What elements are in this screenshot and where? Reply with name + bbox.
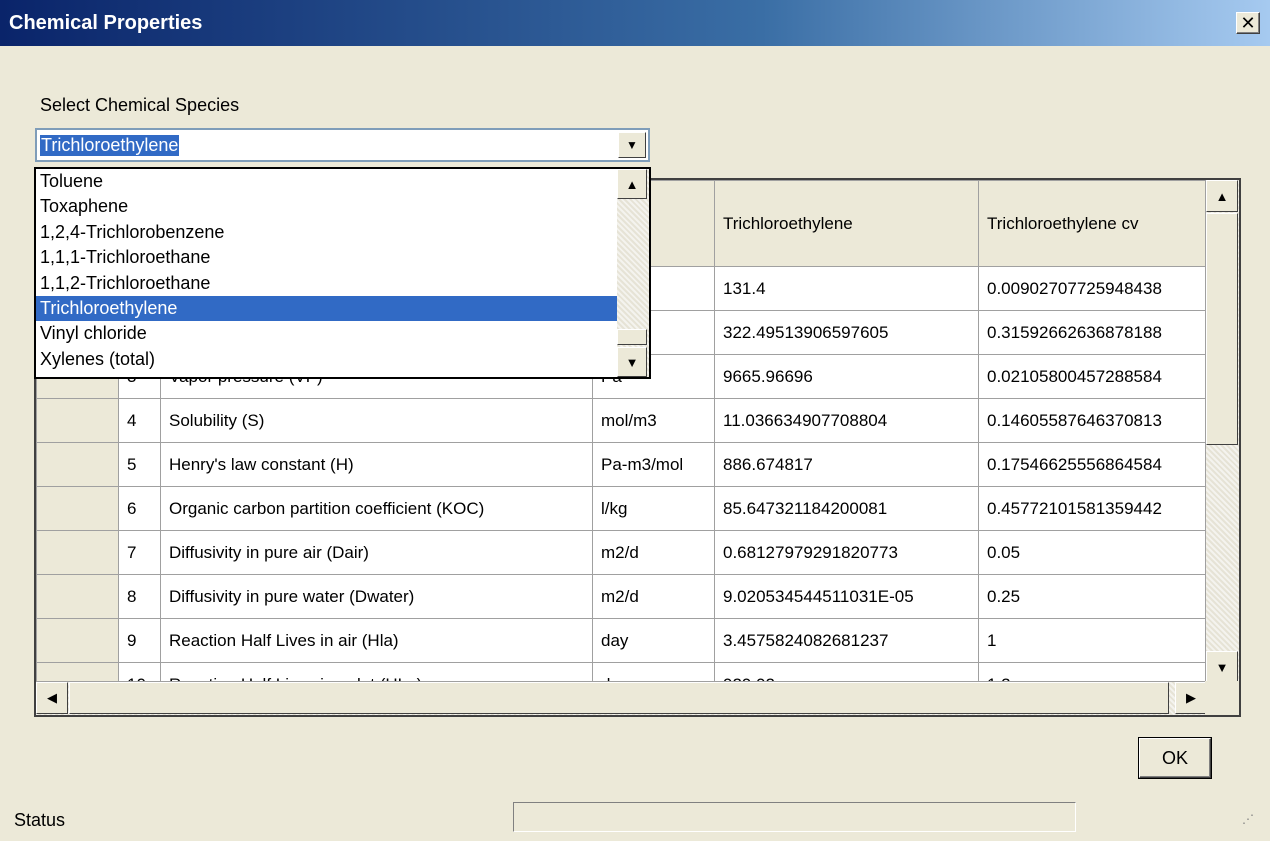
horizontal-scroll-thumb[interactable] (69, 682, 1169, 714)
cv-cell[interactable]: 0.05 (978, 530, 1209, 575)
row-header[interactable] (36, 574, 119, 619)
species-selected-value: Trichloroethylene (40, 135, 180, 156)
property-cell[interactable]: Henry's law constant (H) (160, 442, 593, 487)
row-header[interactable] (36, 618, 119, 663)
scroll-up-button[interactable]: ▲ (1206, 180, 1238, 212)
value-cell[interactable]: 0.68127979291820773 (714, 530, 979, 575)
header-value[interactable]: Trichloroethylene (714, 180, 979, 267)
table-row: 6 Organic carbon partition coefficient (K… (36, 486, 1209, 531)
unit-cell[interactable]: m2/d (592, 530, 715, 575)
close-button[interactable]: ✕ (1236, 12, 1260, 34)
resize-grip-icon[interactable]: ⋰ (1242, 813, 1260, 833)
value-cell[interactable]: 322.49513906597605 (714, 310, 979, 355)
row-header[interactable] (36, 486, 119, 531)
dropdown-option[interactable]: Vinyl chloride (36, 321, 617, 346)
row-header[interactable] (36, 442, 119, 487)
species-dropdown-list[interactable]: Toluene Toxaphene 1,2,4-Trichlorobenzene 1,… (34, 167, 651, 379)
arrow-up-icon: ▲ (1215, 188, 1229, 204)
chevron-down-icon: ▼ (626, 138, 638, 152)
cv-cell[interactable]: 0.45772101581359442 (978, 486, 1209, 531)
scroll-right-button[interactable]: ▶ (1175, 682, 1207, 714)
property-cell[interactable]: Diffusivity in pure air (Dair) (160, 530, 593, 575)
row-number[interactable]: 8 (118, 574, 161, 619)
status-progress-bar (513, 802, 1076, 832)
arrow-left-icon: ◀ (47, 690, 57, 705)
grid-horizontal-scrollbar[interactable]: ◀ ▶ (36, 681, 1207, 715)
table-row: 5 Henry's law constant (H) Pa-m3/mol 886.67… (36, 442, 1209, 487)
close-icon: ✕ (1240, 13, 1256, 33)
unit-cell[interactable]: m2/d (592, 574, 715, 619)
unit-cell[interactable]: day (592, 618, 715, 663)
combo-dropdown-button[interactable]: ▼ (618, 132, 646, 158)
header-cv[interactable]: Trichloroethylene cv (978, 180, 1209, 267)
row-header[interactable] (36, 530, 119, 575)
arrow-down-icon: ▼ (625, 354, 639, 370)
arrow-down-icon: ▼ (1215, 659, 1229, 675)
title-bar: Chemical Properties ✕ (0, 0, 1270, 46)
value-cell[interactable]: 11.036634907708804 (714, 398, 979, 443)
cv-cell[interactable]: 0.25 (978, 574, 1209, 619)
cv-cell[interactable]: 1 (978, 618, 1209, 663)
property-cell[interactable]: Diffusivity in pure water (Dwater) (160, 574, 593, 619)
window-title: Chemical Properties (9, 11, 203, 34)
dropdown-option[interactable]: Trichloroethylene (36, 295, 617, 322)
row-number[interactable]: 6 (118, 486, 161, 531)
unit-cell[interactable]: mol/m3 (592, 398, 715, 443)
table-row: 7 Diffusivity in pure air (Dair) m2/d 0.681… (36, 530, 1209, 575)
dropdown-scrollbar[interactable]: ▲ ▼ (617, 169, 649, 377)
property-cell[interactable]: Organic carbon partition coefficient (KO… (160, 486, 593, 531)
table-row: 9 Reaction Half Lives in air (Hla) day 3.45… (36, 618, 1209, 663)
unit-cell[interactable]: Pa-m3/mol (592, 442, 715, 487)
dropdown-option[interactable]: 1,1,2-Trichloroethane (36, 271, 617, 296)
vertical-scroll-thumb[interactable] (1206, 213, 1238, 445)
value-cell[interactable]: 3.4575824082681237 (714, 618, 979, 663)
cv-cell[interactable]: 0.02105800457288584 (978, 354, 1209, 399)
cv-cell[interactable]: 0.00902707725948438 (978, 266, 1209, 311)
dropdown-option[interactable]: 1,2,4-Trichlorobenzene (36, 220, 617, 245)
cv-cell[interactable]: 0.14605587646370813 (978, 398, 1209, 443)
scrollbar-corner (1205, 681, 1239, 715)
value-cell[interactable]: 886.674817 (714, 442, 979, 487)
dropdown-scroll-up[interactable]: ▲ (617, 169, 647, 199)
table-row: 4 Solubility (S) mol/m3 11.036634907708804 0… (36, 398, 1209, 443)
arrow-up-icon: ▲ (625, 176, 639, 192)
species-combobox[interactable]: Trichloroethylene ▼ (35, 128, 650, 162)
cv-cell[interactable]: 0.17546625556864584 (978, 442, 1209, 487)
value-cell[interactable]: 131.4 (714, 266, 979, 311)
row-header[interactable] (36, 398, 119, 443)
value-cell[interactable]: 85.647321184200081 (714, 486, 979, 531)
dropdown-scroll-thumb[interactable] (617, 329, 647, 345)
status-label: Status (14, 810, 66, 830)
grid-vertical-scrollbar[interactable]: ▲ ▼ (1205, 180, 1239, 683)
value-cell[interactable]: 9.020534544511031E-05 (714, 574, 979, 619)
property-cell[interactable]: Solubility (S) (160, 398, 593, 443)
ok-button[interactable]: OK (1139, 738, 1211, 778)
arrow-right-icon: ▶ (1186, 690, 1196, 705)
property-cell[interactable]: Reaction Half Lives in air (Hla) (160, 618, 593, 663)
value-cell[interactable]: 9665.96696 (714, 354, 979, 399)
row-number[interactable]: 7 (118, 530, 161, 575)
cv-cell[interactable]: 0.31592662636878188 (978, 310, 1209, 355)
select-species-label: Select Chemical Species (40, 95, 240, 115)
scroll-down-button[interactable]: ▼ (1206, 651, 1238, 683)
unit-cell[interactable]: l/kg (592, 486, 715, 531)
dropdown-option[interactable]: Toxaphene (36, 194, 617, 219)
dropdown-option[interactable]: 1,1,1-Trichloroethane (36, 245, 617, 270)
species-options: Toluene Toxaphene 1,2,4-Trichlorobenzene 1,… (36, 169, 617, 372)
row-number[interactable]: 4 (118, 398, 161, 443)
dropdown-option[interactable]: Xylenes (total) (36, 347, 617, 372)
scroll-left-button[interactable]: ◀ (36, 682, 68, 714)
table-row: 8 Diffusivity in pure water (Dwater) m2/d 9… (36, 574, 1209, 619)
row-number[interactable]: 5 (118, 442, 161, 487)
dropdown-option[interactable]: Toluene (36, 169, 617, 194)
dropdown-scroll-down[interactable]: ▼ (617, 347, 647, 377)
row-number[interactable]: 9 (118, 618, 161, 663)
